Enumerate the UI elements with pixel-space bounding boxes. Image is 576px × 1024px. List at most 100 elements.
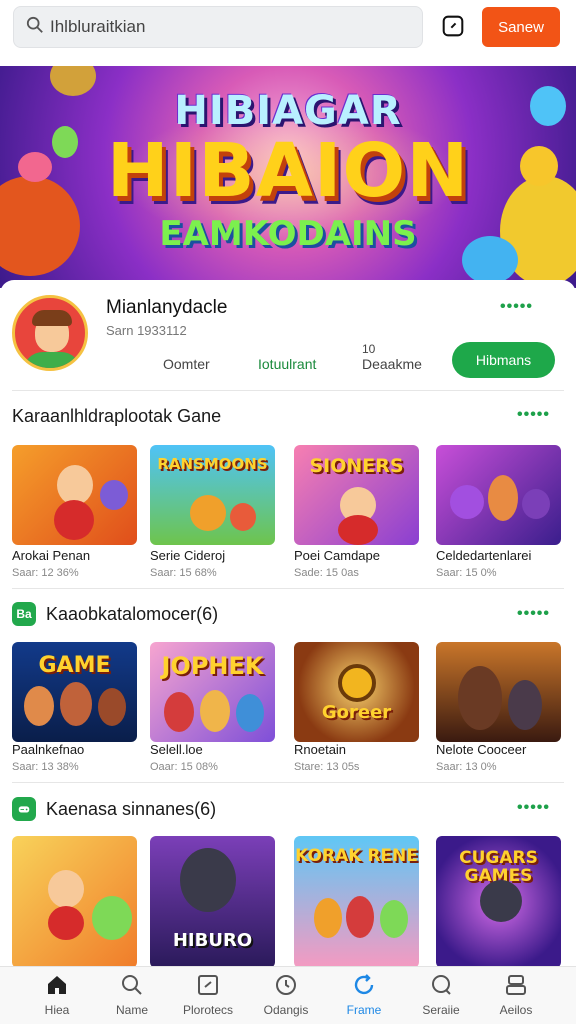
game-character <box>230 503 256 531</box>
nav-label: Name <box>115 1003 148 1017</box>
game-character <box>180 848 236 912</box>
library-icon <box>198 975 218 995</box>
profile-icon <box>506 975 526 995</box>
avatar-shirt <box>23 352 81 368</box>
profile-stat-1[interactable]: Oomter <box>163 356 210 372</box>
game-subtitle: Saar: 12 36% <box>12 567 79 579</box>
game-tile-logo: Goreer <box>321 702 392 723</box>
game-subtitle: Saar: 13 0% <box>436 761 497 773</box>
nav-item-frame[interactable]: Frame <box>328 973 400 1023</box>
header-action-button[interactable]: Sanew <box>482 7 560 47</box>
game-subtitle: Saar: 15 0% <box>436 567 497 579</box>
banner-title-line3: EAMKODAINS <box>159 214 417 254</box>
game-tile[interactable]: SIONERS <box>294 445 419 545</box>
game-subtitle: Saar: 13 38% <box>12 761 79 773</box>
game-character <box>488 475 518 521</box>
game-character <box>57 465 93 505</box>
nav-item-home[interactable]: Hiea <box>21 973 93 1023</box>
section-3-badge <box>12 797 36 821</box>
section-3-title: Kaenasa sinnanes(6) <box>12 797 216 821</box>
game-tile[interactable]: RANSMOONS <box>150 445 275 545</box>
search-icon <box>26 16 44 39</box>
game-tile[interactable] <box>12 836 137 968</box>
main-card: Mianlanydacle Sarn 1933112 ••••• Oomter … <box>0 280 576 1024</box>
profile-more-dots[interactable]: ••••• <box>500 298 533 316</box>
game-tile[interactable]: GAME <box>12 642 137 742</box>
game-tile[interactable]: CUGARS GAMES <box>436 836 561 968</box>
banner-title-line2: HIBAION <box>106 128 470 214</box>
game-character <box>190 495 226 531</box>
profile-stat-extra: 10 <box>362 342 376 356</box>
search-bar[interactable] <box>13 6 423 48</box>
game-tile-logo: JOPHEK <box>161 652 264 680</box>
follow-button[interactable]: Hibmans <box>452 342 555 378</box>
game-subtitle: Oaar: 15 08% <box>150 761 218 773</box>
nav-label: Odangis <box>263 1003 309 1017</box>
game-tile[interactable]: JOPHEK <box>150 642 275 742</box>
nav-item-library[interactable]: Plorotecs <box>172 973 244 1023</box>
divider <box>12 390 564 391</box>
top-bar: Sanew <box>0 0 576 62</box>
section-1-title-text: Karaanlhldraplootak Gane <box>12 406 222 426</box>
avatar-hair <box>32 310 72 326</box>
section-2-title-text: Kaaobkatalomocer(6) <box>46 603 219 624</box>
search-icon <box>122 975 142 995</box>
nav-label: Frame <box>346 1003 382 1017</box>
game-title: Serie Cideroj <box>150 548 226 563</box>
hero-banner[interactable]: HIBIAGAR HIBAION EAMKODAINS <box>0 66 576 288</box>
game-title: Poei Camdape <box>294 548 380 563</box>
game-character <box>314 898 342 938</box>
game-subtitle: Sade: 15 0as <box>294 567 359 579</box>
game-tile-logo: KORAK RENE <box>295 846 418 866</box>
scan-button[interactable] <box>440 13 466 39</box>
avatar[interactable] <box>12 295 88 371</box>
game-character <box>458 666 502 730</box>
game-title: Paalnkefnao <box>12 742 85 757</box>
game-character <box>200 690 230 732</box>
game-character <box>450 485 484 519</box>
game-character <box>338 664 376 702</box>
nav-label: Aeilos <box>499 1003 533 1017</box>
section-3-more-dots[interactable]: ••••• <box>517 799 550 817</box>
game-character <box>522 489 550 519</box>
game-character <box>164 692 194 732</box>
profile-name: Mianlanydacle <box>106 297 228 318</box>
game-subtitle: Saar: 15 68% <box>150 567 217 579</box>
game-character <box>380 900 408 938</box>
section-3-title-text: Kaenasa sinnanes(6) <box>46 798 217 819</box>
nav-item-clock[interactable]: Odangis <box>250 973 322 1023</box>
game-tile[interactable]: KORAK RENE <box>294 836 419 968</box>
gamepad-icon <box>18 806 30 813</box>
game-character <box>48 906 84 940</box>
game-title: Celdedartenlarei <box>436 548 532 563</box>
section-2-badge: Ba <box>12 602 36 626</box>
nav-label: Hiea <box>44 1003 70 1017</box>
game-title: Selell.loe <box>150 742 203 757</box>
section-2-title: Ba Kaaobkatalomocer(6) <box>12 602 218 626</box>
scan-icon <box>442 15 464 37</box>
section-1-more-dots[interactable]: ••••• <box>517 406 550 424</box>
game-tile[interactable] <box>436 642 561 742</box>
game-character <box>100 480 128 510</box>
game-character <box>92 896 132 940</box>
profile-subtitle: Sarn 1933112 <box>106 323 187 338</box>
profile-stat-3[interactable]: Deaakme <box>362 356 422 372</box>
section-2-more-dots[interactable]: ••••• <box>517 605 550 623</box>
nav-item-profile[interactable]: Aeilos <box>480 973 552 1023</box>
game-character <box>48 870 84 908</box>
game-tile[interactable]: Goreer <box>294 642 419 742</box>
nav-item-search[interactable]: Name <box>96 973 168 1023</box>
section-1-title: Karaanlhldraplootak Gane <box>12 406 221 427</box>
game-tile-logo: SIONERS <box>309 455 404 477</box>
game-title: Rnoetain <box>294 742 347 757</box>
game-character <box>24 686 54 726</box>
game-tile[interactable] <box>436 445 561 545</box>
game-tile[interactable] <box>12 445 137 545</box>
nav-item-service[interactable]: Seraiie <box>405 973 477 1023</box>
search-input[interactable] <box>50 17 410 37</box>
profile-stat-2[interactable]: Iotuulrant <box>258 356 316 372</box>
nav-label: Seraiie <box>422 1003 460 1017</box>
game-tile[interactable]: HIBURO <box>150 836 275 968</box>
divider <box>12 588 564 589</box>
game-character <box>480 880 522 922</box>
